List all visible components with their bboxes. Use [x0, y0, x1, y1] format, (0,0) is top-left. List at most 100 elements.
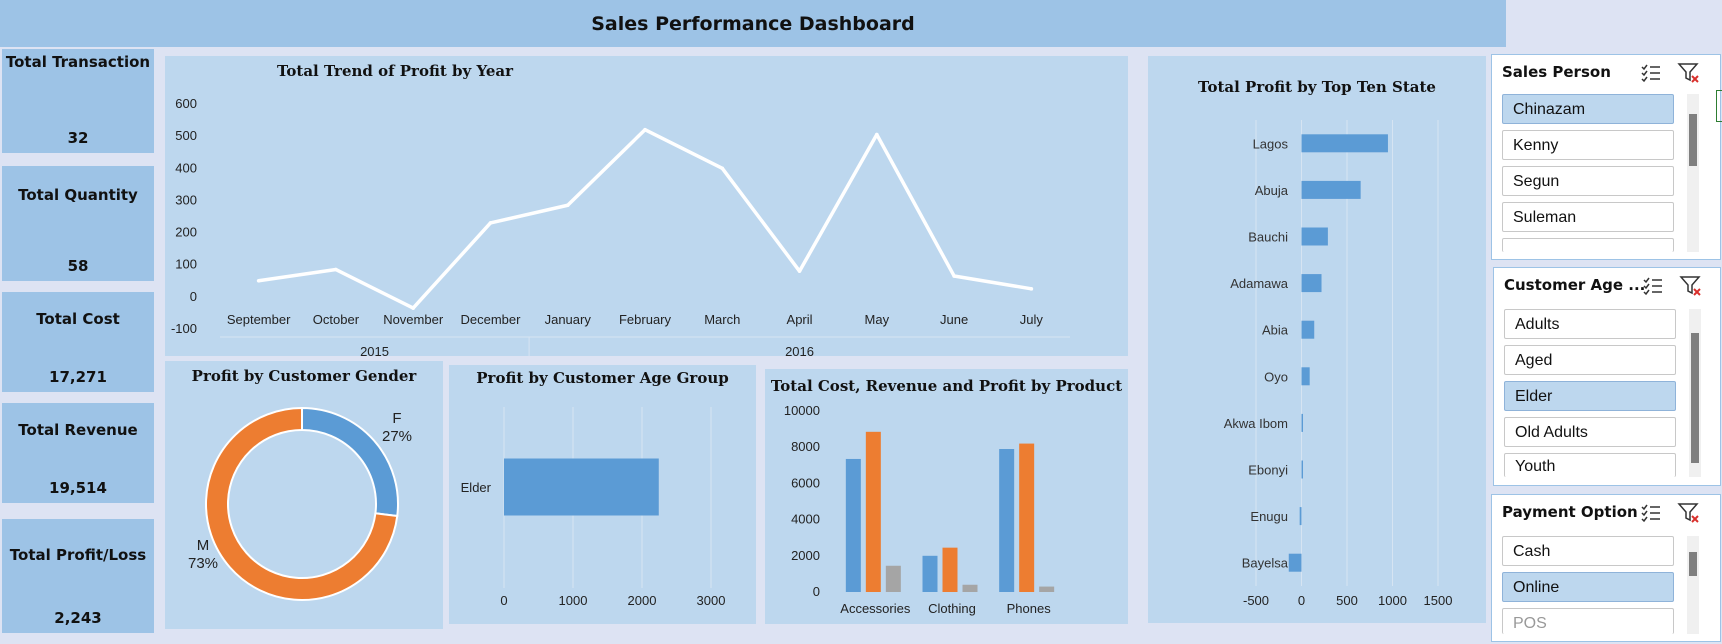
- slicer-item-suleman[interactable]: Suleman: [1502, 202, 1674, 232]
- trend-point: [797, 269, 802, 273]
- kpi-label: Total Transaction: [5, 53, 151, 71]
- year-group-label: 2016: [785, 344, 814, 356]
- trend-point: [1029, 287, 1034, 291]
- product-bar: [922, 555, 938, 592]
- age-bar-elder: [504, 458, 659, 516]
- clear-filter-icon[interactable]: [1677, 61, 1701, 85]
- profit-trend-chart: -100 0 100 200 300 400 500 600 September October N…: [171, 96, 1070, 356]
- product-chart: 0 2000 4000 6000 8000 10000 Accessories Clothin…: [784, 403, 1055, 616]
- kpi-label: Total Revenue: [18, 421, 138, 439]
- y-tick-label: 600: [175, 96, 197, 111]
- y-tick-label: 500: [175, 128, 197, 143]
- slicer-item-chinazam[interactable]: Chinazam: [1502, 94, 1674, 124]
- profit-trend-panel: Total Trend of Profit by Year -100 0 100 20…: [165, 56, 1128, 356]
- trend-point: [256, 278, 261, 283]
- product-bar: [999, 449, 1015, 592]
- slicer-item-elder[interactable]: Elder: [1504, 381, 1676, 411]
- sales-person-scrollbar[interactable]: [1687, 94, 1699, 252]
- x-tick-label: January: [545, 312, 592, 327]
- x-tick-label: 3000: [697, 593, 726, 608]
- slicer-item-pos[interactable]: POS: [1502, 608, 1674, 634]
- kpi-value: 19,514: [49, 479, 107, 497]
- x-tick-label: Phones: [1007, 601, 1052, 616]
- state-bar-bauchi: [1301, 227, 1328, 246]
- x-tick-label: July: [1020, 312, 1044, 327]
- multi-select-icon[interactable]: [1639, 501, 1663, 525]
- x-tick-label: 2000: [628, 593, 657, 608]
- trend-point: [952, 274, 956, 278]
- state-label: Enugu: [1250, 509, 1288, 524]
- state-bar-bayelsa: [1288, 553, 1302, 572]
- x-tick-label: Accessories: [840, 601, 911, 616]
- x-tick-label: April: [787, 312, 813, 327]
- clear-filter-icon[interactable]: [1679, 274, 1703, 298]
- kpi-value: 32: [67, 129, 89, 147]
- x-tick-label: 1000: [1378, 593, 1407, 608]
- x-tick-label: 0: [500, 593, 507, 608]
- kpi-value: 2,243: [54, 609, 102, 627]
- y-tick-label: 4000: [791, 512, 820, 527]
- x-tick-label: June: [940, 312, 968, 327]
- state-label: Bauchi: [1248, 230, 1288, 245]
- kpi-label: Total Cost: [36, 310, 120, 328]
- slicer-item-online[interactable]: Online: [1502, 572, 1674, 602]
- slicer-item-youth[interactable]: Youth: [1504, 453, 1676, 477]
- x-tick-label: October: [313, 312, 360, 327]
- kpi-total-quantity: Total Quantity 58: [2, 166, 154, 281]
- scrollbar-thumb[interactable]: [1689, 552, 1697, 576]
- product-bar: [885, 565, 901, 592]
- state-label: Abuja: [1255, 183, 1289, 198]
- slice-f: [301, 406, 399, 518]
- y-tick-label: 100: [175, 257, 197, 272]
- slicer-item-kenny[interactable]: Kenny: [1502, 130, 1674, 160]
- state-label: Adamawa: [1230, 276, 1289, 291]
- slicer-item-cash[interactable]: Cash: [1502, 536, 1674, 566]
- dashboard-header: Sales Performance Dashboard: [0, 0, 1506, 47]
- trend-point: [643, 127, 647, 132]
- gender-panel: Profit by Customer Gender F 27% M 73%: [165, 361, 443, 629]
- slicer-item-segun[interactable]: Segun: [1502, 166, 1674, 196]
- slicer-item-partial: [1502, 238, 1674, 252]
- x-tick-label: -500: [1243, 593, 1269, 608]
- customer-age-slicer: Customer Age ... Adults Aged Elder Old A…: [1493, 267, 1721, 486]
- clear-filter-icon[interactable]: [1677, 501, 1701, 525]
- product-panel: Total Cost, Revenue and Profit by Produc…: [765, 369, 1128, 624]
- year-group-label: 2015: [360, 344, 389, 356]
- kpi-total-revenue: Total Revenue 19,514: [2, 403, 154, 503]
- slice-percent-f: 27%: [382, 428, 412, 445]
- payment-option-slicer-title: Payment Option: [1502, 503, 1638, 521]
- payment-option-scrollbar[interactable]: [1687, 536, 1699, 634]
- state-bar-abia: [1301, 320, 1315, 339]
- state-label: Abia: [1262, 323, 1289, 338]
- slicer-item-old-adults[interactable]: Old Adults: [1504, 417, 1676, 447]
- age-group-chart: 0 1000 2000 3000 Elder: [461, 407, 726, 608]
- state-bar-ebonyi: [1301, 460, 1303, 479]
- y-category-label: Elder: [461, 480, 492, 495]
- x-tick-label: 0: [1298, 593, 1305, 608]
- state-bar-abuja: [1301, 180, 1361, 199]
- multi-select-icon[interactable]: [1639, 61, 1663, 85]
- state-bar-enugu: [1299, 507, 1302, 526]
- product-bar: [942, 547, 958, 592]
- customer-age-slicer-title: Customer Age ...: [1504, 276, 1646, 294]
- product-bar: [962, 584, 978, 592]
- customer-age-scrollbar[interactable]: [1689, 309, 1701, 477]
- y-tick-label: 2000: [791, 548, 820, 563]
- state-label: Lagos: [1253, 136, 1289, 151]
- product-bar: [1019, 443, 1035, 592]
- y-tick-label: 200: [175, 225, 197, 240]
- payment-option-slicer: Payment Option Cash Online POS: [1491, 494, 1721, 642]
- y-tick-label: 300: [175, 192, 197, 207]
- sales-person-slicer: Sales Person Chinazam Kenny Segun Sulema…: [1491, 54, 1721, 260]
- state-bar-oyo: [1301, 367, 1310, 386]
- multi-select-icon[interactable]: [1641, 274, 1665, 298]
- y-tick-label: 6000: [791, 475, 820, 490]
- slicer-item-aged[interactable]: Aged: [1504, 345, 1676, 375]
- kpi-label: Total Profit/Loss: [9, 546, 147, 564]
- y-tick-label: 0: [190, 289, 197, 304]
- product-bar: [1039, 586, 1055, 592]
- scrollbar-thumb[interactable]: [1689, 114, 1697, 166]
- slicer-item-adults[interactable]: Adults: [1504, 309, 1676, 339]
- trend-point: [720, 166, 725, 171]
- scrollbar-thumb[interactable]: [1691, 333, 1699, 463]
